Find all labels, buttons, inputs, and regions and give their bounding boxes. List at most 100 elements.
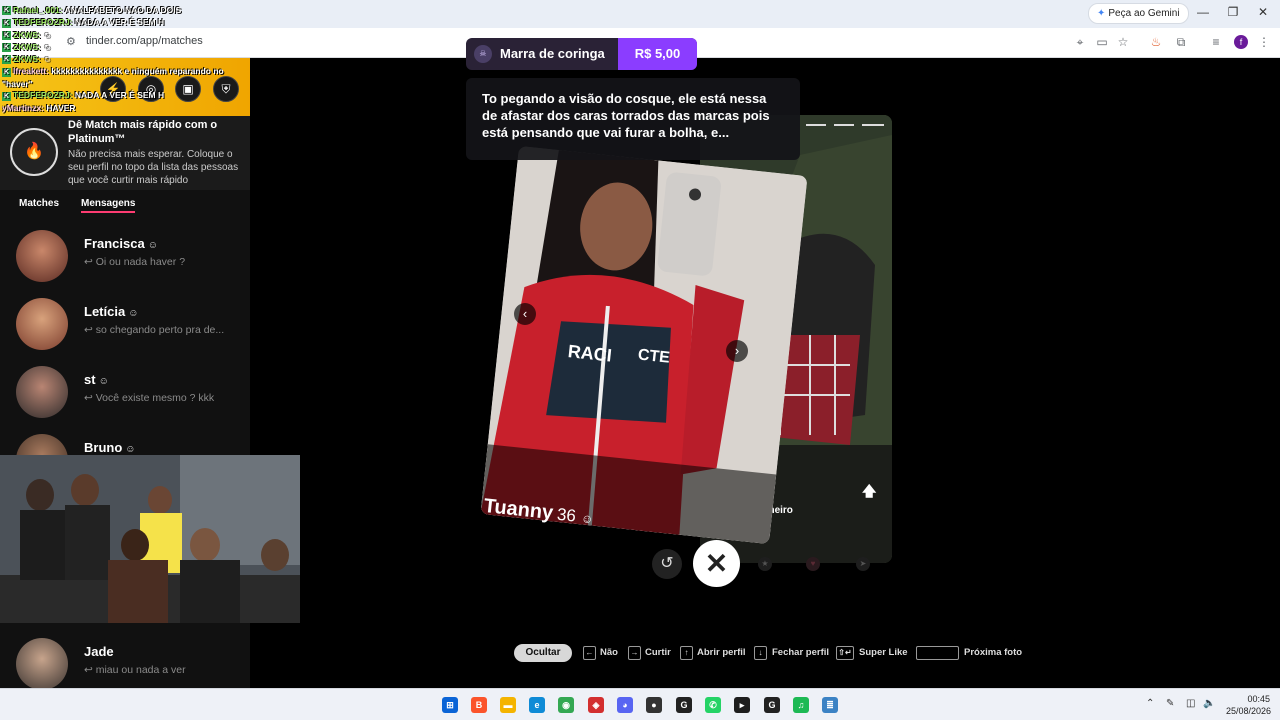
extensions-icon[interactable]: ⧉ [1173,35,1189,50]
message-item[interactable]: Francisca ☺ ↩ Oi ou nada haver ? [0,226,250,292]
rewind-button[interactable]: ↺ [652,549,682,579]
next-photo-icon[interactable]: › [726,340,748,362]
bookmark-star-icon[interactable]: ☆ [1115,35,1131,49]
location-icon[interactable]: ⌖ [1072,35,1088,50]
discord-icon[interactable]: ◕ [617,697,633,713]
spotify-icon[interactable]: ♫ [793,697,809,713]
cast-icon[interactable]: ▭ [1094,35,1110,49]
message-item[interactable]: Letícia ☺ ↩ so chegando perto pra de... [0,294,250,360]
chat-user: Ifreakett: [13,66,49,77]
tab-mensagens[interactable]: Mensagens [81,198,136,213]
gemini-button[interactable]: ✦ Peça ao Gemini [1088,3,1189,24]
card-front-photo: RACI CTE [480,145,808,545]
tinder-extension-icon[interactable]: ♨ [1148,35,1164,49]
chrome-icon[interactable]: ◉ [558,697,574,713]
message-name: Francisca ☺ [84,236,158,251]
obs-icon[interactable]: ● [646,697,662,713]
donation-message: To pegando a visão do cosque, ele está n… [466,78,800,160]
message-preview: ↩ miau ou nada a ver [84,664,186,676]
edge-icon[interactable]: e [529,697,545,713]
donor-avatar: ☠ [474,45,492,63]
chat-user: ZKWS: [13,54,41,65]
avatar [16,638,68,690]
message-item[interactable]: st ☺ ↩ Você existe mesmo ? kkk [0,362,250,428]
promo-title: Dê Match mais rápido com o Platinum™ [68,119,218,145]
avatar [16,298,68,350]
nope-button[interactable]: ✕ [693,540,740,587]
message-name-text: Francisca [84,236,145,251]
tab-matches[interactable]: Matches [19,198,59,209]
key-right-icon: → [628,646,641,660]
donation-alert: ☠ Marra de coringa R$ 5,00 [466,38,697,70]
minimize-icon[interactable]: — [1196,5,1210,19]
menu-icon[interactable]: ⋮ [1256,35,1272,49]
maximize-icon[interactable]: ❐ [1226,5,1240,19]
tray-chevron-icon[interactable]: ⌃ [1146,698,1154,709]
chat-user: Rafael_.001: [13,5,63,15]
message-name-text: Letícia [84,304,126,319]
brave-icon[interactable]: B [471,697,487,713]
clock-date: 25/08/2026 [1226,706,1272,716]
pen-icon[interactable]: ✎ [1166,698,1174,709]
message-preview-text: Oi ou nada haver ? [95,256,186,268]
message-name: Bruno ☺ [84,440,136,455]
whatsapp-icon[interactable]: ✆ [705,697,721,713]
app-g-icon[interactable]: G [676,697,692,713]
badge-icon: K [2,18,11,28]
chat-text: NADA A VER É SEM H [74,90,165,101]
hide-shortcuts-button[interactable]: Ocultar [514,644,572,662]
folder-icon[interactable]: ▬ [500,697,516,713]
verified-icon: ☺ [147,240,158,251]
flame-icon: 🔥 [10,128,58,176]
webcam-scene [0,455,300,623]
clock-time: 00:45 [1247,694,1270,704]
shortcut-label: Super Like [859,647,908,658]
reading-list-icon[interactable]: ≡ [1208,35,1224,49]
message-name: st ☺ [84,372,109,387]
avatar [16,366,68,418]
boost-button[interactable]: ➤ [856,557,870,571]
notepad-icon[interactable]: ≣ [822,697,838,713]
like-button[interactable]: ♥ [806,557,820,571]
donation-amount: R$ 5,00 [618,38,697,70]
profile-avatar[interactable]: f [1234,35,1248,49]
volume-icon[interactable]: 🔈 [1203,698,1215,709]
chat-user: ZKWS: [13,41,41,52]
message-name-text: st [84,372,96,387]
app-g2-icon[interactable]: G [764,697,780,713]
key-enter-icon: ⇧↵ [836,646,854,660]
key-left-icon: ← [583,646,596,660]
gemini-label: Peça ao Gemini [1108,8,1180,19]
terminal-icon[interactable]: ▸ [734,697,750,713]
system-clock[interactable]: 00:45 25/08/2026 [1226,693,1272,717]
message-preview-text: Você existe mesmo ? kkk [95,392,215,404]
chat-line: K Ifreakett: kkkkkkkkkkkkkkk e ninguém re… [2,65,242,89]
message-preview-text: miau ou nada a ver [95,664,186,676]
message-preview: ↩ so chegando perto pra de... [84,324,225,336]
app-icon[interactable]: ◈ [588,697,604,713]
badge-icon: K [2,30,11,40]
chat-line: K ZKWS: ☺ [2,29,242,41]
emote-icon: ☺ [43,54,52,65]
platinum-promo[interactable]: 🔥 Dê Match mais rápido com o Platinum™ N… [0,116,250,190]
start-icon[interactable]: ⊞ [442,697,458,713]
previous-photo-icon[interactable]: ‹ [514,303,536,325]
chat-user: ZKWS: [13,29,41,40]
badge-icon: K [2,67,11,77]
gemini-icon: ✦ [1097,8,1106,19]
chat-text: NADA A VER É SEM H [74,17,165,28]
card-front-age: 36 [556,504,577,526]
shortcut-label: Não [600,647,618,658]
badge-icon: K [2,43,11,53]
message-name: Jade [84,644,114,659]
open-profile-icon[interactable]: 🡅 [862,481,876,505]
key-up-icon: ↑ [680,646,693,660]
close-icon[interactable]: ✕ [1256,5,1270,19]
chat-user: TEDFEROZRJ: [13,90,73,101]
chat-line: K Rafael_.001: ANALFABETO NAO DA DOIS [2,4,242,16]
chat-line: K ZKWS: ☺ [2,41,242,53]
wifi-icon[interactable]: ◫ [1186,698,1195,709]
avatar [16,230,68,282]
profile-card-front[interactable]: RACI CTE [480,145,808,545]
super-like-button[interactable]: ★ [758,557,772,571]
